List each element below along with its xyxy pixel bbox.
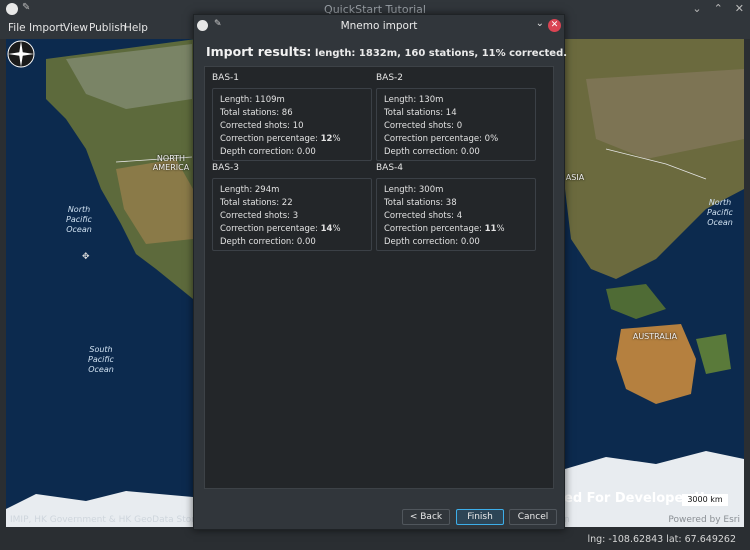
group-title: BAS-4	[376, 163, 404, 173]
depth-correction: Depth correction: 0.00	[220, 237, 316, 247]
label-north-pacific-left: North Pacific Ocean	[66, 205, 92, 234]
label-south-pacific: South Pacific Ocean	[88, 345, 114, 374]
corrected-value: Corrected shots: 0	[384, 121, 463, 131]
group-title: BAS-2	[376, 73, 404, 83]
group-bas-4: BAS-4 Length: 300m Total stations: 38 Co…	[376, 163, 536, 251]
length-value: Length: 300m	[384, 185, 444, 195]
corrected-value: Corrected shots: 3	[220, 211, 299, 221]
label-north-pacific-right: North Pacific Ocean	[707, 198, 733, 227]
menu-import[interactable]: Import	[29, 22, 64, 34]
correction-percentage: Correction percentage: 14%	[220, 224, 341, 234]
menu-file[interactable]: File	[8, 22, 26, 34]
results-panel: BAS-1 Length: 1109m Total stations: 86 C…	[204, 66, 554, 489]
powered-by[interactable]: Powered by Esri	[668, 515, 740, 525]
group-bas-2: BAS-2 Length: 130m Total stations: 14 Co…	[376, 73, 536, 161]
back-button[interactable]: < Back	[402, 509, 450, 525]
cancel-button[interactable]: Cancel	[509, 509, 557, 525]
heading-label: Import results:	[206, 44, 312, 59]
group-title: BAS-3	[212, 163, 240, 173]
group-title: BAS-1	[212, 73, 240, 83]
dialog-minimize-icon[interactable]: ⌄	[536, 18, 544, 29]
group-bas-1: BAS-1 Length: 1109m Total stations: 86 C…	[212, 73, 372, 161]
correction-percentage: Correction percentage: 11%	[384, 224, 505, 234]
stations-value: Total stations: 86	[220, 108, 293, 118]
depth-correction: Depth correction: 0.00	[384, 147, 480, 157]
length-value: Length: 294m	[220, 185, 280, 195]
coordinates-readout: lng: -108.62843 lat: 67.649262	[587, 534, 736, 545]
dialog-titlebar: ✎ Mnemo import ⌄ ✕	[194, 15, 564, 37]
dialog-close-icon[interactable]: ✕	[548, 19, 561, 32]
compass-icon[interactable]	[6, 39, 36, 69]
correction-percentage: Correction percentage: 0%	[384, 134, 499, 144]
maximize-icon[interactable]: ⌃	[714, 2, 723, 15]
label-north-america: NORTH AMERICA	[152, 154, 190, 172]
length-value: Length: 1109m	[220, 95, 285, 105]
depth-correction: Depth correction: 0.00	[384, 237, 480, 247]
minimize-icon[interactable]: ⌄	[692, 2, 701, 15]
stations-value: Total stations: 14	[384, 108, 457, 118]
heading-summary: length: 1832m, 160 stations, 11% correct…	[315, 48, 568, 59]
stations-value: Total stations: 22	[220, 198, 293, 208]
finish-button[interactable]: Finish	[456, 509, 504, 525]
group-box: Length: 300m Total stations: 38 Correcte…	[376, 178, 536, 251]
scale-bar: 3000 km	[682, 494, 728, 506]
window-controls: ⌄ ⌃ ✕	[692, 2, 744, 15]
correction-percentage: Correction percentage: 12%	[220, 134, 341, 144]
dialog-title: Mnemo import	[340, 20, 418, 32]
group-box: Length: 130m Total stations: 14 Correcte…	[376, 88, 536, 161]
map-attribution: IMIP, HK Government & HK GeoData Store, …	[10, 515, 220, 525]
label-asia: ASIA	[565, 173, 585, 182]
cursor-icon: ✥	[82, 252, 90, 262]
menu-publish[interactable]: Publish	[89, 22, 126, 34]
import-results-heading: Import results: length: 1832m, 160 stati…	[206, 44, 567, 59]
depth-correction: Depth correction: 0.00	[220, 147, 316, 157]
group-box: Length: 1109m Total stations: 86 Correct…	[212, 88, 372, 161]
group-box: Length: 294m Total stations: 22 Correcte…	[212, 178, 372, 251]
stations-value: Total stations: 38	[384, 198, 457, 208]
corrected-value: Corrected shots: 10	[220, 121, 304, 131]
corrected-value: Corrected shots: 4	[384, 211, 463, 221]
menu-view[interactable]: View	[63, 22, 88, 34]
menu-help[interactable]: Help	[124, 22, 148, 34]
length-value: Length: 130m	[384, 95, 444, 105]
mnemo-import-dialog: ✎ Mnemo import ⌄ ✕ Import results: lengt…	[193, 14, 567, 530]
statusbar: lng: -108.62843 lat: 67.649262	[0, 529, 750, 550]
label-australia: AUSTRALIA	[632, 332, 678, 341]
close-icon[interactable]: ✕	[735, 2, 744, 15]
group-bas-3: BAS-3 Length: 294m Total stations: 22 Co…	[212, 163, 372, 251]
